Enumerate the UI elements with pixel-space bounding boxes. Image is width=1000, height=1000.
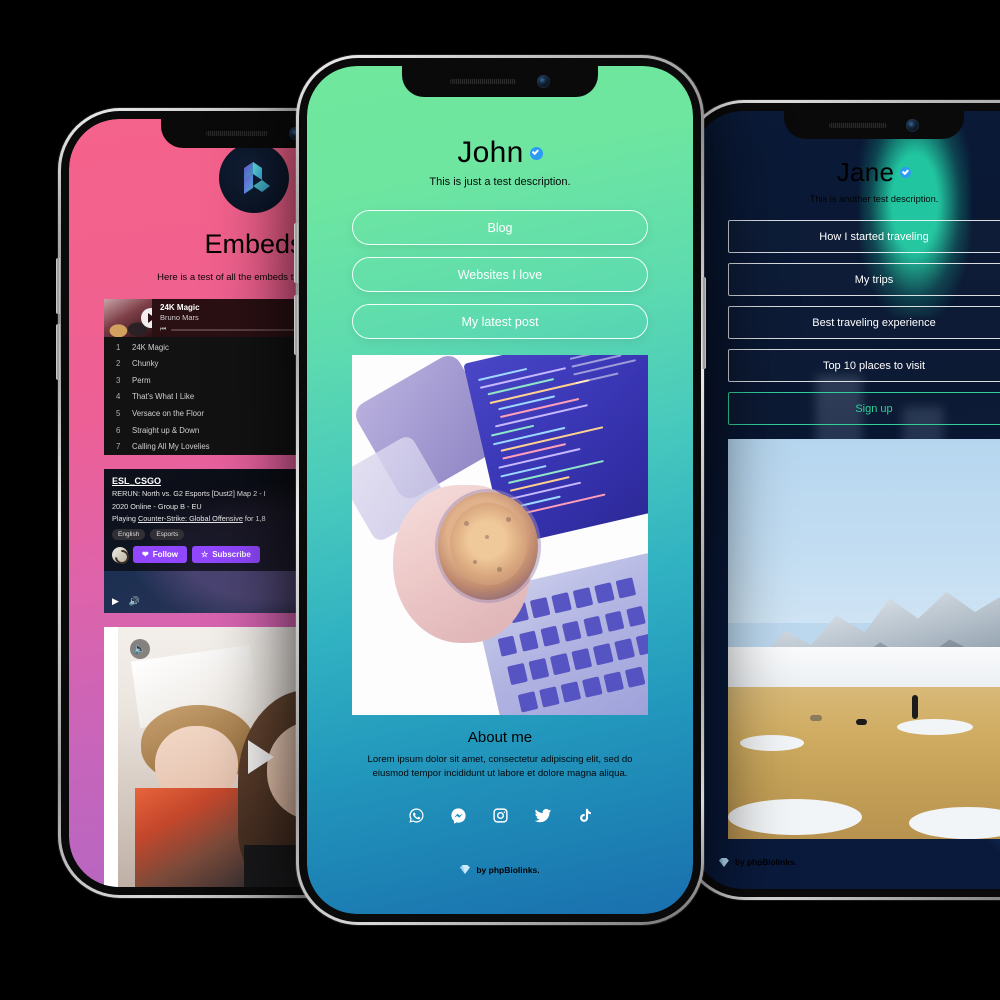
power-button-center[interactable] [702,277,706,369]
track-number: 1 [116,342,121,352]
phone-center-notch [402,66,598,97]
tiktok-sidebar [104,627,118,887]
link-button-websites-i-love[interactable]: Websites I love [352,257,648,292]
twitter-icon[interactable] [534,807,552,825]
follow-button[interactable]: ❤ Follow [133,546,188,564]
sign-up-button[interactable]: Sign up [728,392,1000,425]
track-name: Straight up & Down [132,425,200,435]
verified-badge-icon [900,167,912,178]
link-list: Blog Websites I love My latest post [352,210,648,351]
phone-center-bezel: John This is just a test description. Bl… [307,66,693,914]
track-name: Calling All My Lovelies [132,442,210,452]
phone-right-notch [784,111,964,139]
tag[interactable]: English [112,529,146,541]
track-name: Chunky [132,359,159,369]
footer: by phpBiolinks. [460,864,540,875]
channel-avatar[interactable] [112,546,128,563]
follow-label: Follow [152,550,179,560]
phone-center: John This is just a test description. Bl… [294,55,706,925]
earpiece-speaker-icon [828,122,887,128]
track-name: Versace on the Floor [132,409,204,419]
profile-description: This is just a test description. [429,176,571,188]
about-section: About me Lorem ipsum dolor sit amet, con… [350,729,650,781]
arc-logo-icon [244,161,270,194]
phone-right-bezel: Jane This is another test description. H… [693,111,1000,889]
volume-up-button-center[interactable] [294,223,298,283]
playing-prefix: Playing [112,514,138,524]
game-name-link[interactable]: Counter-Strike: Global Offensive [138,514,243,523]
profile-name: John [457,136,543,170]
tiktok-icon[interactable] [577,807,593,824]
subscribe-button[interactable]: ☆ Subscribe [192,546,260,564]
phone-center-page: John This is just a test description. Bl… [307,66,693,914]
phone-right-page: Jane This is another test description. H… [693,111,1000,889]
star-icon: ☆ [201,550,209,560]
avatar [219,143,289,213]
play-icon[interactable]: ▶ [112,596,119,607]
link-button-blog[interactable]: Blog [352,210,648,245]
profile-description: This is another test description. [809,194,939,204]
track-number: 4 [116,392,121,402]
track-name: Perm [132,375,151,385]
profile-name: Jane [837,157,912,188]
front-camera-icon [537,75,551,88]
track-number: 3 [116,375,121,385]
whatsapp-icon[interactable] [408,807,425,824]
previous-track-icon[interactable]: ⏮ [160,326,166,334]
content-image-mountain [728,439,1000,839]
profile-name-text: John [457,136,524,169]
twitch-player-controls: ▶ 🔊 [112,596,140,607]
phone-right-screen: Jane This is another test description. H… [693,111,1000,889]
gem-icon [460,865,471,875]
messenger-icon[interactable] [450,807,467,825]
page-title: Embeds [204,228,304,259]
footer: by phpBiolinks. [719,857,797,867]
link-button-how-i-started-traveling[interactable]: How I started traveling [728,220,1000,253]
link-button-my-trips[interactable]: My trips [728,263,1000,296]
link-list: How I started traveling My trips Best tr… [728,220,1000,435]
track-name: 24K Magic [132,342,169,352]
earpiece-speaker-icon [449,79,516,84]
track-number: 5 [116,409,121,419]
profile-name-text: Jane [836,157,895,187]
track-name: That's What I Like [132,392,195,402]
volume-icon[interactable]: 🔊 [129,596,140,607]
tag[interactable]: Esports [150,529,185,541]
viewer-count: for 1,8 [242,514,266,524]
content-image-desk [352,355,648,715]
album-art [104,298,152,337]
subscribe-label: Subscribe [212,550,251,560]
footer-text: by phpBiolinks. [476,864,540,875]
volume-up-button-left[interactable] [56,258,60,314]
social-links [408,807,593,825]
volume-down-button-center[interactable] [294,295,298,355]
play-icon[interactable] [248,740,274,775]
phone-center-screen: John This is just a test description. Bl… [307,66,693,914]
gem-icon [719,857,729,867]
track-number: 2 [116,359,121,369]
link-button-best-traveling-experience[interactable]: Best traveling experience [728,306,1000,339]
front-camera-icon [906,118,920,132]
instagram-icon[interactable] [492,807,509,824]
scene: Embeds Here is a test of all the embeds … [0,0,1000,1000]
verified-badge-icon [529,146,543,160]
phone-right: Jane This is another test description. H… [680,100,1000,900]
footer-text: by phpBiolinks. [735,857,797,867]
track-number: 6 [116,425,121,435]
heart-icon: ❤ [142,550,149,560]
earpiece-speaker-icon [206,131,269,136]
track-number: 7 [116,442,121,452]
about-text: Lorem ipsum dolor sit amet, consectetur … [367,754,633,779]
link-button-top-10-places-to-visit[interactable]: Top 10 places to visit [728,349,1000,382]
volume-down-button-left[interactable] [56,324,60,380]
